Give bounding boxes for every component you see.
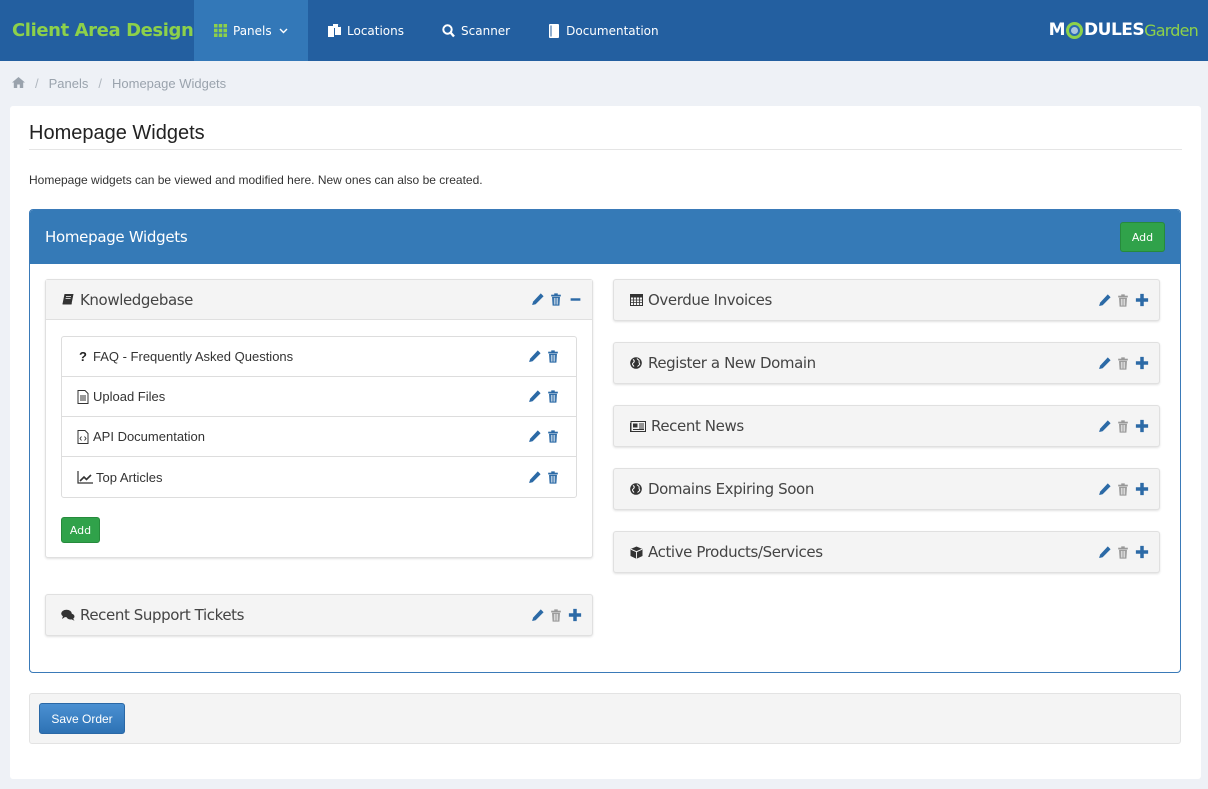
globe-icon bbox=[629, 357, 643, 369]
edit-icon[interactable] bbox=[1096, 292, 1112, 308]
form-actions-bar: Save Order bbox=[29, 693, 1181, 744]
widget-overdue-invoices[interactable]: Overdue Invoices bbox=[613, 279, 1160, 321]
search-icon bbox=[442, 23, 455, 38]
edit-icon[interactable] bbox=[526, 349, 542, 365]
expand-plus-icon[interactable] bbox=[567, 607, 583, 623]
file-text-icon bbox=[76, 389, 90, 404]
trash-icon[interactable] bbox=[545, 469, 561, 485]
list-item[interactable]: Upload Files bbox=[62, 377, 576, 417]
edit-icon[interactable] bbox=[529, 607, 545, 623]
book-icon bbox=[548, 23, 560, 38]
panel-title: Homepage Widgets bbox=[45, 228, 188, 246]
widget-knowledgebase[interactable]: Knowledgebase ? FAQ - Frequently Asked Q… bbox=[45, 279, 593, 558]
expand-plus-icon[interactable] bbox=[1134, 292, 1150, 308]
nav-panels-label: Panels bbox=[233, 23, 272, 38]
panel-header: Homepage Widgets Add bbox=[30, 210, 1180, 264]
expand-plus-icon[interactable] bbox=[1134, 418, 1150, 434]
add-item-button[interactable]: Add bbox=[61, 517, 100, 543]
edit-icon[interactable] bbox=[1096, 418, 1112, 434]
home-icon[interactable] bbox=[12, 76, 25, 91]
widget-recent-support-tickets[interactable]: Recent Support Tickets bbox=[45, 594, 593, 636]
edit-icon[interactable] bbox=[529, 292, 545, 308]
trash-icon[interactable] bbox=[545, 429, 561, 445]
breadcrumb: / Panels / Homepage Widgets bbox=[12, 76, 226, 91]
widget-title: Knowledgebase bbox=[80, 290, 194, 309]
trash-icon[interactable] bbox=[1115, 355, 1131, 371]
widget-register-new-domain[interactable]: Register a New Domain bbox=[613, 342, 1160, 384]
trash-icon[interactable] bbox=[1115, 418, 1131, 434]
file-code-icon bbox=[76, 429, 90, 444]
edit-icon[interactable] bbox=[526, 429, 542, 445]
logo-globe-icon bbox=[1066, 21, 1084, 39]
list-item[interactable]: API Documentation bbox=[62, 417, 576, 457]
main-card: Homepage Widgets Homepage widgets can be… bbox=[10, 106, 1201, 779]
breadcrumb-current: Homepage Widgets bbox=[112, 76, 227, 91]
nav-panels[interactable]: Panels bbox=[194, 0, 308, 61]
save-order-button[interactable]: Save Order bbox=[39, 703, 125, 734]
widget-title: Recent News bbox=[651, 417, 744, 435]
files-icon bbox=[327, 23, 341, 38]
list-item[interactable]: Top Articles bbox=[62, 457, 576, 497]
collapse-minus-icon[interactable] bbox=[567, 292, 583, 308]
expand-plus-icon[interactable] bbox=[1134, 544, 1150, 560]
app-brand[interactable]: Client Area Designer bbox=[0, 0, 214, 61]
trash-icon[interactable] bbox=[545, 349, 561, 365]
edit-icon[interactable] bbox=[526, 389, 542, 405]
expand-plus-icon[interactable] bbox=[1134, 481, 1150, 497]
trash-icon[interactable] bbox=[548, 607, 564, 623]
trash-icon[interactable] bbox=[1115, 544, 1131, 560]
add-widget-button[interactable]: Add bbox=[1120, 222, 1165, 252]
newspaper-icon bbox=[629, 420, 646, 432]
edit-icon[interactable] bbox=[1096, 544, 1112, 560]
nav-documentation-label: Documentation bbox=[566, 23, 659, 38]
trash-icon[interactable] bbox=[1115, 292, 1131, 308]
modulesgarden-logo: M DULES Garden bbox=[1048, 20, 1199, 40]
widget-title: Register a New Domain bbox=[648, 354, 816, 372]
trash-icon[interactable] bbox=[1115, 481, 1131, 497]
widget-title: Active Products/Services bbox=[648, 543, 823, 561]
grid-icon bbox=[214, 24, 227, 37]
page-description: Homepage widgets can be viewed and modif… bbox=[29, 173, 483, 187]
cube-icon bbox=[629, 546, 643, 559]
widget-header[interactable]: Knowledgebase bbox=[46, 280, 592, 320]
widget-domains-expiring-soon[interactable]: Domains Expiring Soon bbox=[613, 468, 1160, 510]
nav-scanner[interactable]: Scanner bbox=[423, 0, 529, 61]
widget-active-products-services[interactable]: Active Products/Services bbox=[613, 531, 1160, 573]
edit-icon[interactable] bbox=[526, 469, 542, 485]
top-navbar: Client Area Designer Panels Locations Sc… bbox=[0, 0, 1208, 61]
nav-locations-label: Locations bbox=[347, 23, 405, 38]
trash-icon[interactable] bbox=[548, 292, 564, 308]
chevron-down-icon bbox=[279, 28, 288, 34]
globe-icon bbox=[629, 483, 643, 495]
comments-icon bbox=[61, 609, 75, 621]
knowledgebase-item-list: ? FAQ - Frequently Asked Questions Uploa… bbox=[61, 336, 577, 498]
edit-icon[interactable] bbox=[1096, 355, 1112, 371]
expand-plus-icon[interactable] bbox=[1134, 355, 1150, 371]
nav-locations[interactable]: Locations bbox=[308, 0, 423, 61]
page-title: Homepage Widgets bbox=[29, 122, 205, 144]
calculator-icon bbox=[629, 294, 643, 306]
widgets-panel: Homepage Widgets Add Knowledgebase ? FAQ… bbox=[29, 209, 1181, 673]
line-chart-icon bbox=[76, 470, 93, 484]
question-icon: ? bbox=[79, 349, 87, 364]
edit-icon[interactable] bbox=[1096, 481, 1112, 497]
nav-scanner-label: Scanner bbox=[461, 23, 511, 38]
trash-icon[interactable] bbox=[545, 389, 561, 405]
widget-title: Domains Expiring Soon bbox=[648, 480, 814, 498]
widget-title: Overdue Invoices bbox=[648, 291, 772, 309]
title-divider bbox=[29, 149, 1182, 150]
book-icon bbox=[61, 293, 75, 306]
breadcrumb-panels[interactable]: Panels bbox=[49, 76, 89, 91]
list-item[interactable]: ? FAQ - Frequently Asked Questions bbox=[62, 337, 576, 377]
widget-title: Recent Support Tickets bbox=[80, 606, 245, 624]
nav-documentation[interactable]: Documentation bbox=[529, 0, 678, 61]
widget-recent-news[interactable]: Recent News bbox=[613, 405, 1160, 447]
